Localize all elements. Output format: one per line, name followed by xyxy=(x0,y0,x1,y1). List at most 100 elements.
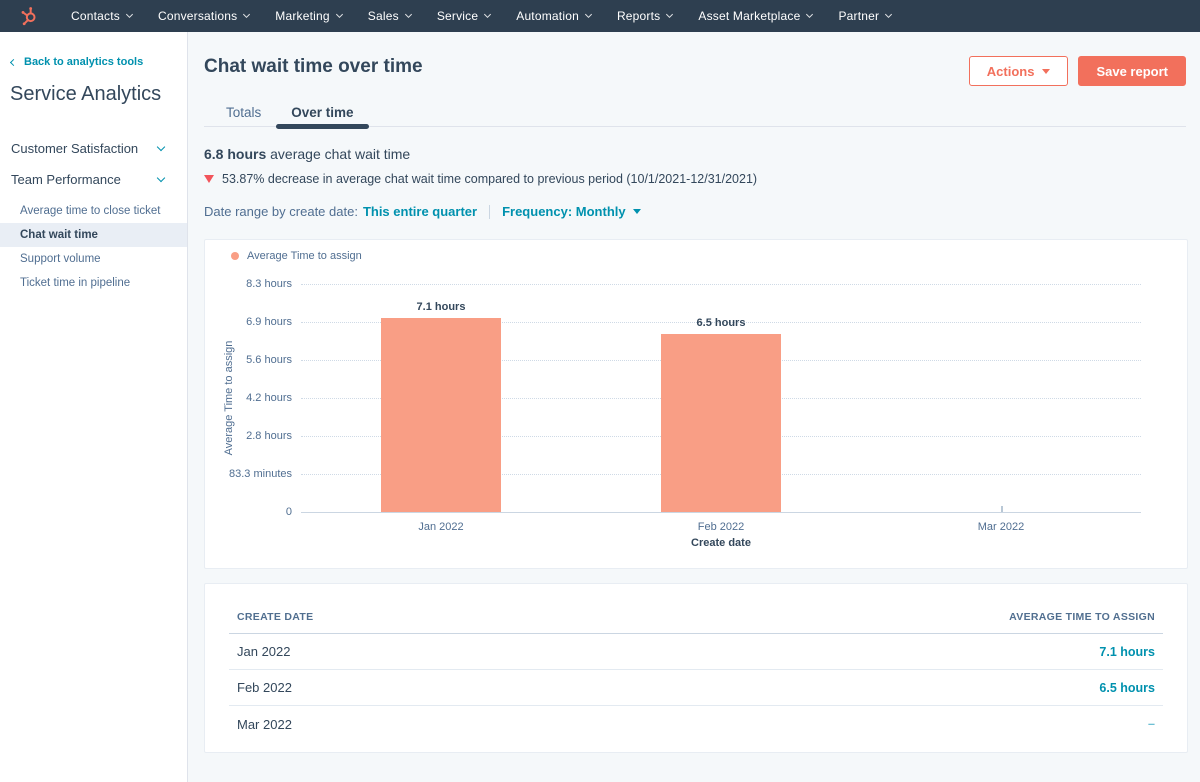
tab-bar: TotalsOver time xyxy=(195,99,1200,126)
y-tick-label: 8.3 hours xyxy=(205,278,292,290)
y-tick-label: 6.9 hours xyxy=(205,316,292,328)
save-report-label: Save report xyxy=(1096,64,1168,79)
cell-average-time[interactable]: 7.1 hours xyxy=(1099,645,1155,659)
sidebar: Back to analytics tools Service Analytic… xyxy=(0,32,188,782)
hubspot-logo[interactable] xyxy=(0,6,58,26)
nav-item-service[interactable]: Service xyxy=(424,0,503,32)
chevron-down-icon xyxy=(157,174,165,182)
column-header-average-time: AVERAGE TIME TO ASSIGN xyxy=(1009,611,1155,623)
y-tick-label: 4.2 hours xyxy=(205,392,292,404)
nav-item-asset-marketplace[interactable]: Asset Marketplace xyxy=(685,0,825,32)
caret-down-icon xyxy=(633,209,641,214)
nav-item-automation[interactable]: Automation xyxy=(503,0,604,32)
chevron-down-icon xyxy=(484,11,491,18)
sidebar-item-support-volume[interactable]: Support volume xyxy=(0,247,187,271)
y-tick-label: 0 xyxy=(205,506,292,518)
x-tick-label: Mar 2022 xyxy=(941,521,1061,533)
page-title: Chat wait time over time xyxy=(204,56,423,78)
nav-item-partner[interactable]: Partner xyxy=(825,0,904,32)
frequency-dropdown[interactable]: Frequency: Monthly xyxy=(502,204,641,219)
save-report-button[interactable]: Save report xyxy=(1078,56,1186,86)
chart-card: Average Time to assign Average Time to a… xyxy=(204,239,1188,569)
nav-item-contacts[interactable]: Contacts xyxy=(58,0,145,32)
y-tick-label: 5.6 hours xyxy=(205,354,292,366)
sidebar-item-chat-wait-time[interactable]: Chat wait time xyxy=(0,223,187,247)
chevron-down-icon xyxy=(885,11,892,18)
tab-over-time[interactable]: Over time xyxy=(276,99,368,126)
filter-separator xyxy=(489,205,490,219)
chevron-down-icon xyxy=(806,11,813,18)
sidebar-section-label: Customer Satisfaction xyxy=(11,141,138,156)
nav-menu: Contacts Conversations Marketing Sales Servi… xyxy=(58,0,904,32)
table-header-row: CREATE DATE AVERAGE TIME TO ASSIGN xyxy=(229,584,1163,634)
chevron-down-icon xyxy=(405,11,412,18)
nav-item-marketing[interactable]: Marketing xyxy=(262,0,355,32)
date-range-label: Date range by create date: xyxy=(204,204,358,219)
table-row: Feb 2022 6.5 hours xyxy=(229,670,1163,706)
gridline xyxy=(301,284,1141,285)
cell-create-date: Mar 2022 xyxy=(237,717,292,732)
filter-bar: Date range by create date: This entire q… xyxy=(204,204,1186,219)
summary-change-text: 53.87% decrease in average chat wait tim… xyxy=(222,172,757,186)
table-row: Mar 2022 – xyxy=(229,706,1163,742)
nav-item-label: Marketing xyxy=(275,9,330,23)
back-link-label: Back to analytics tools xyxy=(24,56,143,68)
summary-block: 6.8 hours average chat wait time 53.87% … xyxy=(204,146,1186,186)
sidebar-item-average-time-to-close-ticket[interactable]: Average time to close ticket xyxy=(0,199,187,223)
frequency-value: Monthly xyxy=(576,204,626,219)
summary-change: 53.87% decrease in average chat wait tim… xyxy=(204,172,1186,186)
nav-item-conversations[interactable]: Conversations xyxy=(145,0,262,32)
bar-jan-2022[interactable] xyxy=(381,318,501,512)
tab-totals[interactable]: Totals xyxy=(211,99,276,126)
nav-item-label: Automation xyxy=(516,9,579,23)
sidebar-section-team-performance[interactable]: Team Performance xyxy=(0,164,187,195)
main-content: Chat wait time over time Actions Save re… xyxy=(188,32,1200,782)
data-table-card: CREATE DATE AVERAGE TIME TO ASSIGN Jan 2… xyxy=(204,583,1188,753)
cell-create-date: Feb 2022 xyxy=(237,680,292,695)
cell-average-time: – xyxy=(1148,717,1155,731)
nav-item-label: Service xyxy=(437,9,478,23)
nav-item-sales[interactable]: Sales xyxy=(355,0,424,32)
bar-feb-2022[interactable] xyxy=(661,334,781,512)
cell-average-time[interactable]: 6.5 hours xyxy=(1099,681,1155,695)
actions-button[interactable]: Actions xyxy=(969,56,1069,86)
chevron-down-icon xyxy=(126,11,133,18)
nav-item-label: Contacts xyxy=(71,9,120,23)
bar-chart: Average Time to assign Create date 8.3 h… xyxy=(205,240,1187,568)
nav-item-label: Sales xyxy=(368,9,399,23)
chevron-down-icon xyxy=(666,11,673,18)
cell-create-date: Jan 2022 xyxy=(237,644,291,659)
bar-value-label: 6.5 hours xyxy=(661,317,781,329)
frequency-label: Frequency: xyxy=(502,204,572,219)
summary-value-suffix: average chat wait time xyxy=(270,146,410,162)
x-axis-tick xyxy=(1001,506,1003,512)
back-to-analytics-link[interactable]: Back to analytics tools xyxy=(11,56,175,68)
column-header-create-date: CREATE DATE xyxy=(237,611,313,623)
x-axis-line xyxy=(301,512,1141,513)
nav-item-label: Conversations xyxy=(158,9,237,23)
chevron-down-icon xyxy=(585,11,592,18)
sidebar-sub-list: Average time to close ticketChat wait ti… xyxy=(0,199,187,295)
summary-value: 6.8 hours xyxy=(204,146,266,162)
sidebar-section-label: Team Performance xyxy=(11,172,121,187)
nav-item-label: Partner xyxy=(838,9,879,23)
actions-button-label: Actions xyxy=(987,64,1035,79)
x-axis-title: Create date xyxy=(301,537,1141,549)
nav-item-reports[interactable]: Reports xyxy=(604,0,685,32)
chevron-left-icon xyxy=(10,58,17,65)
sidebar-item-ticket-time-in-pipeline[interactable]: Ticket time in pipeline xyxy=(0,271,187,295)
nav-item-label: Asset Marketplace xyxy=(698,9,800,23)
chevron-down-icon xyxy=(336,11,343,18)
chevron-down-icon xyxy=(157,143,165,151)
sprocket-icon xyxy=(19,6,39,26)
date-range-value-link[interactable]: This entire quarter xyxy=(363,204,477,219)
table-row: Jan 2022 7.1 hours xyxy=(229,634,1163,670)
x-tick-label: Jan 2022 xyxy=(381,521,501,533)
sidebar-section-customer-satisfaction[interactable]: Customer Satisfaction xyxy=(0,133,187,164)
decrease-triangle-icon xyxy=(204,175,214,183)
caret-down-icon xyxy=(1042,69,1050,74)
y-tick-label: 83.3 minutes xyxy=(205,468,292,480)
x-tick-label: Feb 2022 xyxy=(661,521,781,533)
bar-value-label: 7.1 hours xyxy=(381,301,501,313)
sidebar-title: Service Analytics xyxy=(10,83,175,106)
